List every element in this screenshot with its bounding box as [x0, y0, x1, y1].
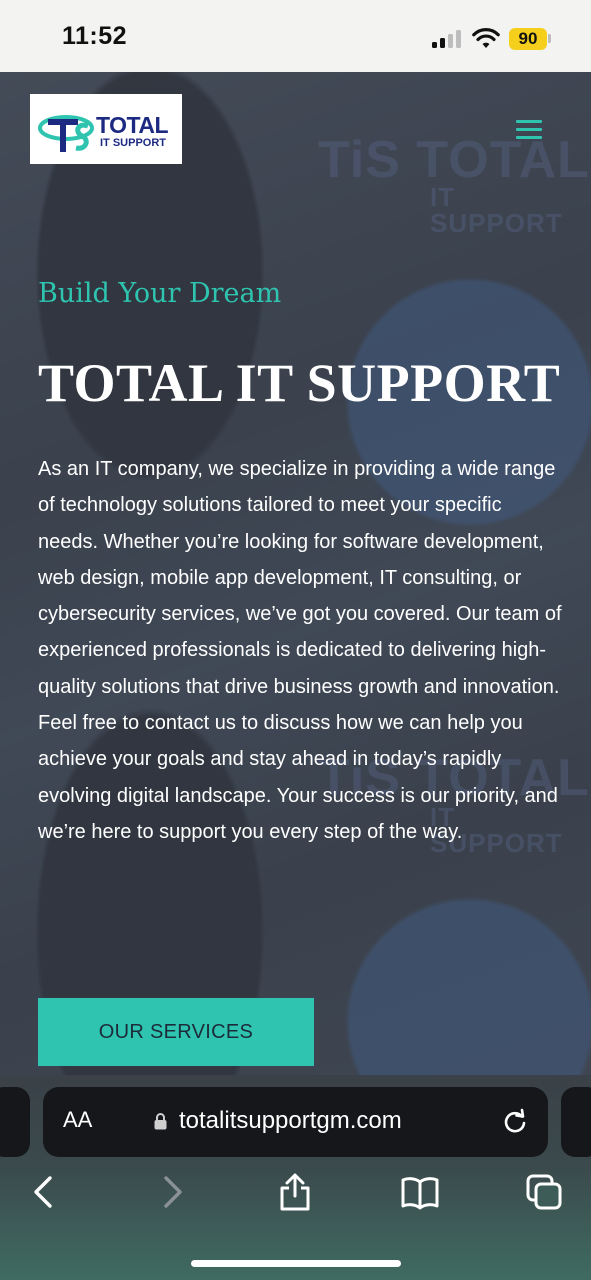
url-text: totalitsupportgm.com [179, 1107, 402, 1134]
logo-subtitle: IT SUPPORT [100, 137, 167, 149]
lock-icon [154, 1113, 167, 1130]
battery-icon [548, 34, 551, 43]
back-arrow-icon[interactable] [24, 1172, 64, 1212]
hamburger-menu-icon[interactable] [516, 120, 542, 140]
wifi-icon [472, 28, 500, 48]
logo-mark-icon [38, 115, 94, 152]
site-logo[interactable]: TOTAL IT SUPPORT [30, 94, 182, 164]
status-bar: 11:52 90 [0, 0, 591, 72]
status-time: 11:52 [62, 22, 128, 50]
browser-toolbar: AA totalitsupportgm.com [0, 1075, 591, 1280]
next-tab-preview[interactable] [561, 1087, 591, 1157]
hero-title: TOTAL IT SUPPORT [38, 353, 561, 413]
hero-section: TiS TOTAL IT SUPPORT TiS TOTAL IT SUPPOR… [0, 72, 591, 1075]
hero-description: As an IT company, we specialize in provi… [38, 458, 562, 843]
our-services-button[interactable]: OUR SERVICES [38, 998, 314, 1066]
hero-tagline: Build Your Dream [38, 278, 282, 309]
tabs-icon[interactable] [524, 1172, 564, 1212]
previous-tab-preview[interactable] [0, 1087, 30, 1157]
logo-title: TOTAL [96, 112, 169, 138]
forward-arrow-icon[interactable] [152, 1172, 192, 1212]
share-icon[interactable] [275, 1172, 315, 1212]
bookmarks-icon[interactable] [400, 1172, 440, 1212]
address-bar[interactable]: AA totalitsupportgm.com [43, 1087, 548, 1157]
cellular-signal-icon [432, 30, 462, 48]
reload-icon[interactable] [501, 1108, 529, 1136]
battery-level: 90 [509, 28, 547, 50]
home-indicator[interactable] [191, 1260, 401, 1267]
text-size-button[interactable]: AA [63, 1107, 92, 1133]
